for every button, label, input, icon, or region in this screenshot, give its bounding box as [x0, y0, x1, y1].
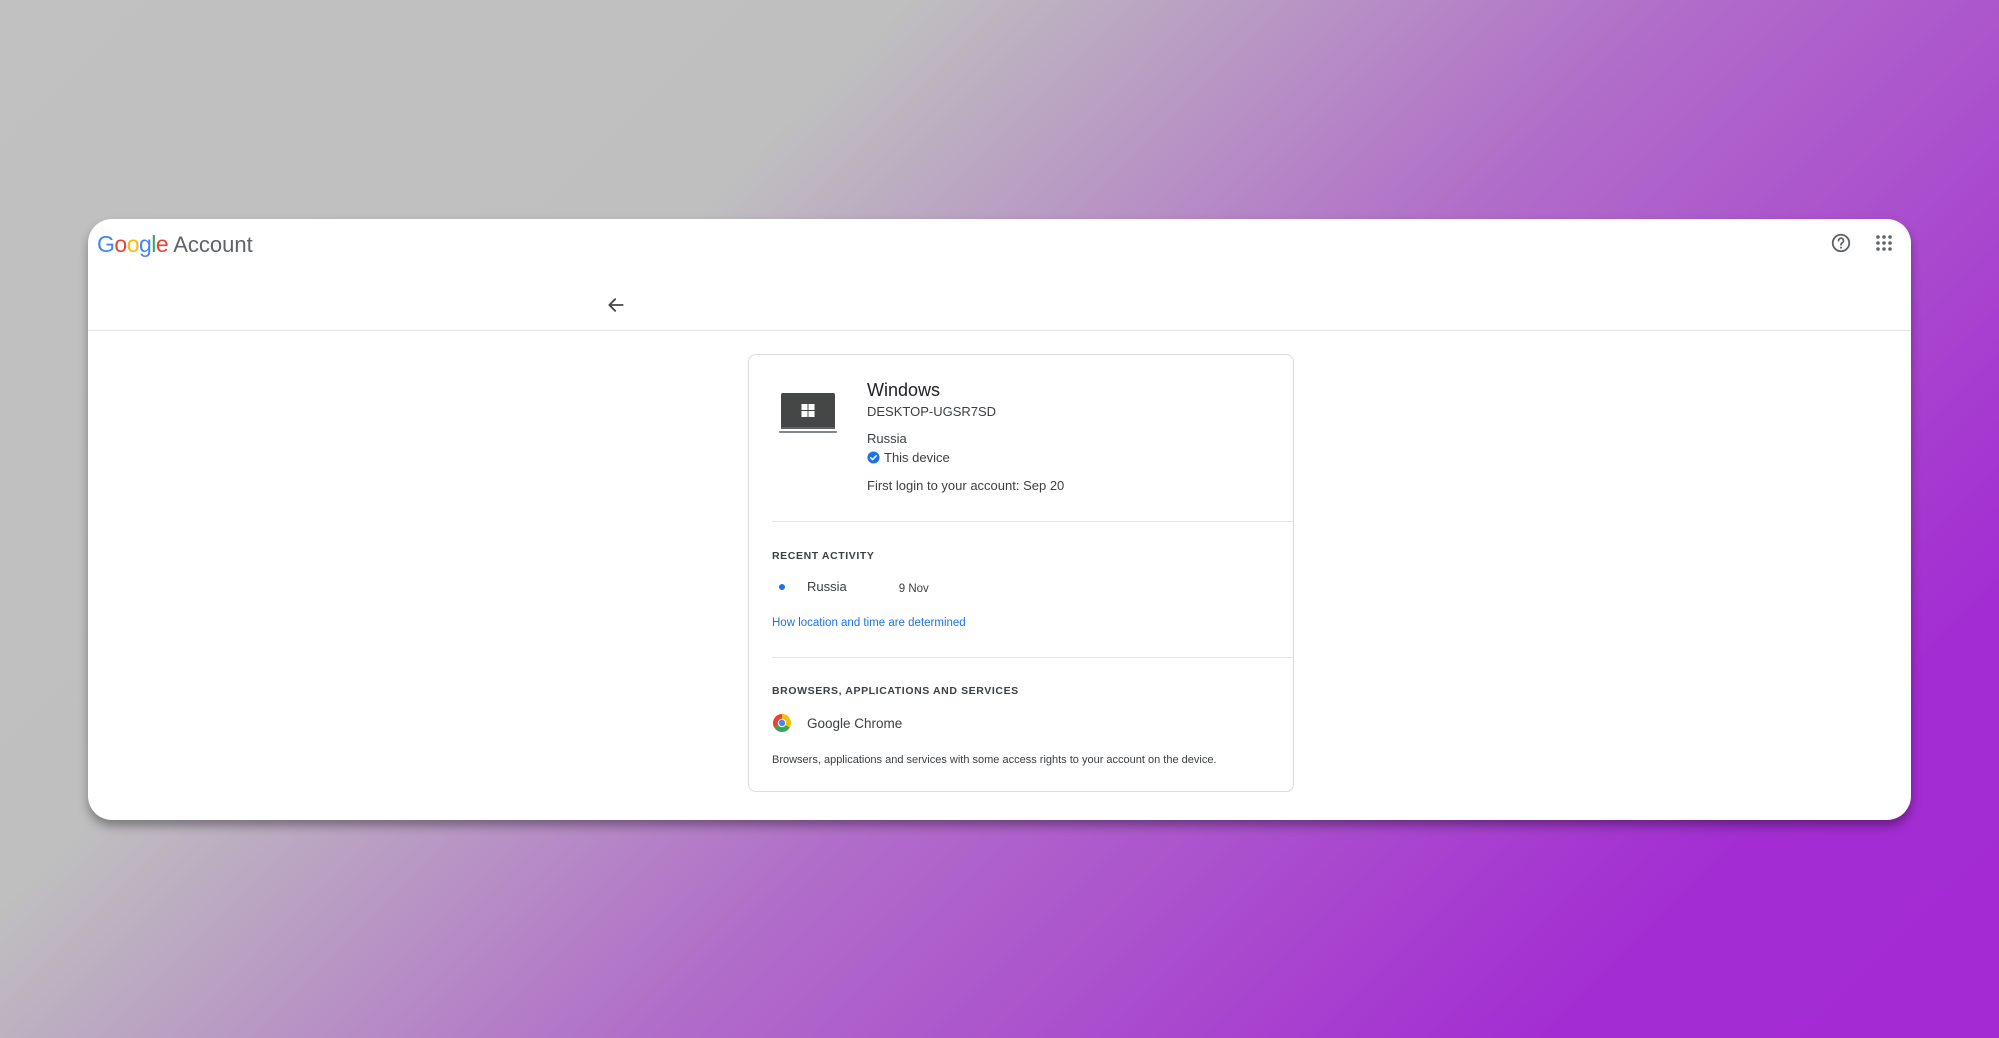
card-divider	[772, 657, 1293, 658]
activity-date: 9 Nov	[898, 582, 929, 595]
verified-check-icon	[867, 451, 880, 464]
browser-row[interactable]: Google Chrome	[772, 713, 902, 733]
logo-letter: G	[97, 231, 115, 257]
apps-grid-icon	[1876, 235, 1892, 251]
logo-letter: o	[126, 231, 140, 257]
header-divider	[88, 330, 1911, 331]
windows-laptop-icon	[779, 393, 837, 433]
browser-name: Google Chrome	[807, 715, 903, 731]
location-info-link[interactable]: How location and time are determined	[772, 617, 966, 629]
google-account-logo[interactable]: Google Account	[97, 231, 253, 258]
account-window: Google Account Windows DESKTOP-UGSR7SD R…	[88, 219, 1911, 820]
browsers-note: Browsers, applications and services with…	[772, 754, 1217, 766]
apps-button[interactable]	[1872, 231, 1896, 255]
this-device-label: This device	[884, 450, 950, 465]
device-os-title: Windows	[867, 380, 941, 400]
device-card: Windows DESKTOP-UGSR7SD Russia This devi…	[748, 354, 1294, 792]
help-circle-icon	[1831, 233, 1851, 253]
location-dot-icon	[779, 583, 785, 590]
browsers-section-title: BROWSERS, APPLICATIONS AND SERVICES	[772, 685, 1019, 697]
back-button[interactable]	[602, 291, 630, 319]
recent-activity-title: RECENT ACTIVITY	[772, 550, 875, 562]
help-button[interactable]	[1829, 231, 1853, 255]
google-wordmark: Google	[97, 231, 169, 258]
card-divider	[772, 521, 1293, 522]
device-country: Russia	[867, 431, 907, 446]
logo-letter: o	[114, 231, 127, 257]
account-label: Account	[173, 232, 253, 257]
arrow-back-icon	[608, 298, 624, 312]
chrome-icon	[772, 714, 792, 733]
logo-letter: g	[138, 231, 152, 257]
device-name: DESKTOP-UGSR7SD	[867, 404, 997, 419]
this-device-badge: This device	[867, 450, 950, 465]
logo-letter: e	[155, 231, 169, 257]
activity-location: Russia	[807, 579, 847, 594]
first-login-text: First login to your account: Sep 20	[867, 478, 1065, 493]
activity-row: Russia 9 Nov	[772, 579, 929, 595]
